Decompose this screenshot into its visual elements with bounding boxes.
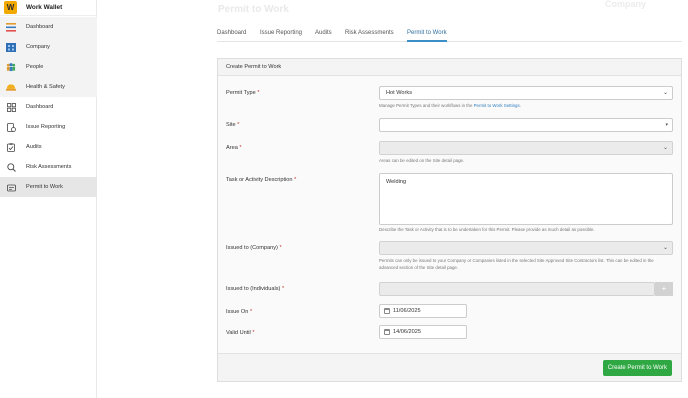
area-help: Areas can be edited on the Site detail p…	[379, 158, 465, 163]
calendar-icon	[384, 308, 390, 314]
people-icon	[6, 62, 16, 72]
hard-hat-icon	[6, 82, 16, 92]
sidebar-item-dashboard[interactable]: Dashboard	[0, 17, 97, 37]
sidebar-item-audits[interactable]: Audits	[0, 137, 97, 157]
site-label: Site *	[226, 122, 240, 128]
card-header: Create Permit to Work	[218, 59, 681, 76]
issued-company-select[interactable]: ⌄	[379, 241, 673, 255]
permit-type-value: Hot Works	[386, 90, 413, 96]
main-content: Permit to Work Company Dashboard Issue R…	[98, 0, 688, 398]
chevron-down-icon: ⌄	[662, 145, 668, 151]
sidebar: W Work Wallet Dashboard Company People H…	[0, 0, 97, 398]
sidebar-item-label: Audits	[26, 144, 42, 150]
sidebar-item-label: People	[26, 64, 44, 70]
sidebar-item-label: Health & Safety	[26, 84, 65, 90]
card-footer: Create Permit to Work	[218, 353, 681, 381]
sidebar-item-label: Company	[26, 44, 50, 50]
tab-issue-reporting[interactable]: Issue Reporting	[260, 30, 302, 42]
sidebar-item-label: Issue Reporting	[26, 124, 66, 130]
page-title: Permit to Work	[218, 4, 289, 15]
sidebar-item-risk-assessments[interactable]: Risk Assessments	[0, 157, 97, 177]
permit-icon	[6, 182, 16, 192]
permit-type-label: Permit Type *	[226, 90, 260, 96]
create-permit-card: Create Permit to Work Permit Type * Hot …	[217, 58, 682, 382]
chevron-down-icon: ▾	[665, 122, 668, 128]
clipboard-icon	[6, 142, 16, 152]
site-select[interactable]: ▾	[379, 118, 673, 132]
sidebar-item-health-safety[interactable]: Health & Safety	[0, 77, 97, 97]
sidebar-item-label: Risk Assessments	[26, 164, 72, 170]
tab-risk-assessments[interactable]: Risk Assessments	[345, 30, 394, 42]
brand[interactable]: W Work Wallet	[0, 0, 97, 16]
sidebar-item-people[interactable]: People	[0, 57, 97, 77]
valid-until-label: Valid Until *	[226, 330, 255, 336]
issue-on-date-input[interactable]: 11/06/2025	[379, 304, 467, 318]
magnifier-icon	[6, 162, 16, 172]
sidebar-item-label: Dashboard	[26, 24, 54, 30]
area-select[interactable]: ⌄	[379, 141, 673, 155]
tab-permit-to-work[interactable]: Permit to Work	[407, 30, 447, 42]
building-icon	[6, 42, 16, 52]
area-label: Area *	[226, 145, 242, 151]
sidebar-item-company[interactable]: Company	[0, 37, 97, 57]
sidebar-item-label: Permit to Work	[26, 184, 63, 190]
task-help: Describe the Task or Activity that is to…	[379, 227, 595, 232]
issued-company-label: Issued to (Company) *	[226, 245, 282, 251]
issued-individuals-label: Issued to (Individuals) *	[226, 286, 285, 292]
issued-company-help: Permits can only be issued to your Compa…	[379, 258, 654, 270]
tab-dashboard[interactable]: Dashboard	[217, 30, 246, 42]
menu-lines-icon	[6, 22, 16, 32]
issue-icon	[6, 122, 16, 132]
issue-on-label: Issue On *	[226, 309, 253, 315]
company-logo: Company	[605, 0, 647, 9]
tab-audits[interactable]: Audits	[315, 30, 332, 42]
add-individual-button[interactable]: +	[655, 282, 673, 296]
issued-individuals-input[interactable]	[379, 282, 655, 296]
grid-icon	[6, 102, 16, 112]
permit-type-select[interactable]: Hot Works ⌄	[379, 86, 673, 100]
create-permit-button[interactable]: Create Permit to Work	[602, 360, 672, 376]
permit-settings-link[interactable]: Permit to Work Settings	[474, 103, 520, 108]
valid-until-date-input[interactable]: 14/06/2025	[379, 325, 467, 339]
brand-name: Work Wallet	[26, 4, 63, 11]
permit-type-help: Manage Permit Types and their workflows …	[379, 103, 521, 108]
calendar-icon	[384, 329, 390, 335]
brand-logo: W	[4, 1, 17, 14]
chevron-down-icon: ⌄	[662, 90, 668, 96]
task-label: Task or Activity Description *	[226, 177, 297, 183]
task-description-textarea[interactable]: Welding	[379, 173, 673, 225]
sidebar-item-label: Dashboard	[26, 104, 54, 110]
sidebar-item-permit-to-work[interactable]: Permit to Work	[0, 177, 97, 197]
sidebar-item-issue-reporting[interactable]: Issue Reporting	[0, 117, 97, 137]
tab-bar: Dashboard Issue Reporting Audits Risk As…	[217, 28, 682, 42]
sidebar-item-hs-dashboard[interactable]: Dashboard	[0, 97, 97, 117]
sidebar-nav: Dashboard Company People Health & Safety…	[0, 17, 97, 197]
chevron-down-icon: ⌄	[662, 245, 668, 251]
